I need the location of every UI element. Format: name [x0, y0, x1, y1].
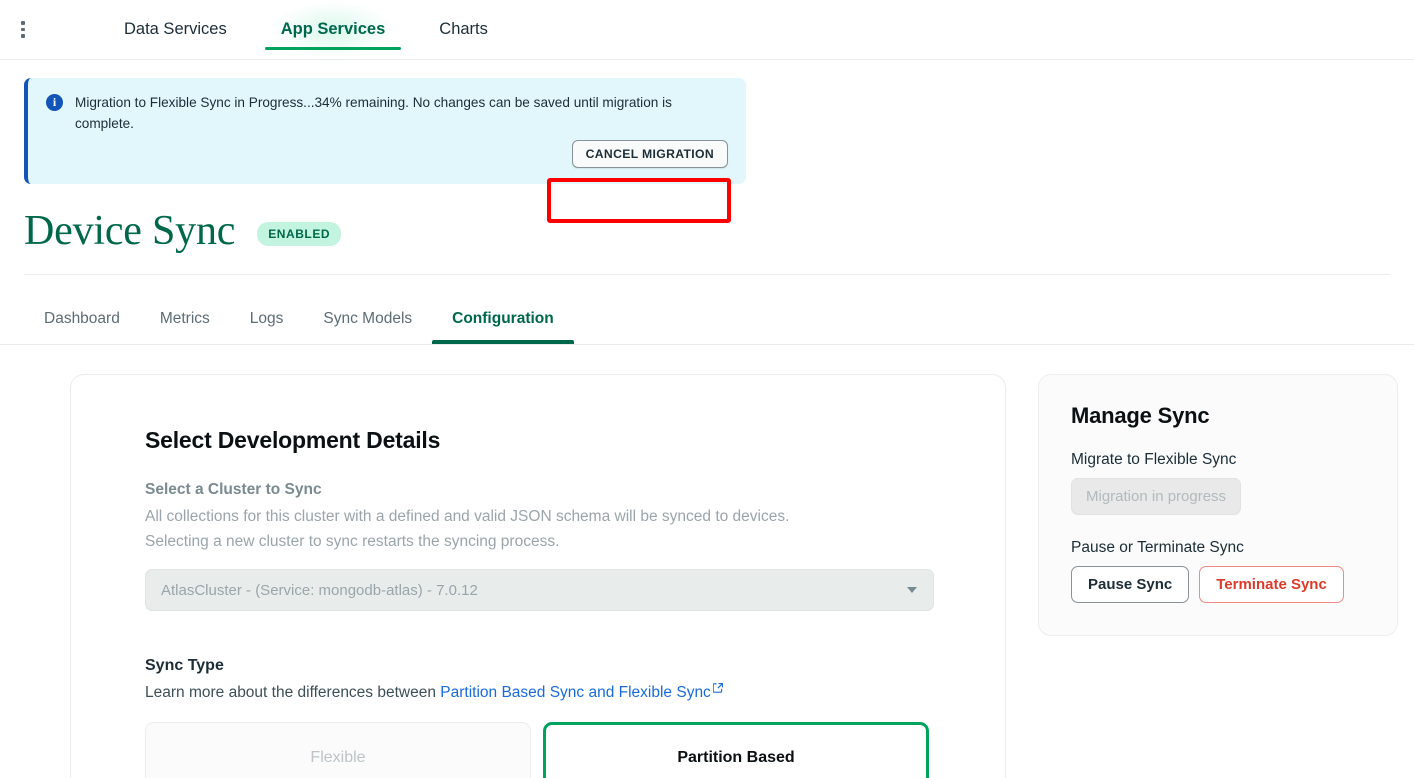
- pause-or-terminate-label: Pause or Terminate Sync: [1071, 539, 1367, 557]
- banner-message: Migration to Flexible Sync in Progress..…: [75, 92, 705, 134]
- status-badge: ENABLED: [257, 222, 341, 246]
- sync-type-label: Sync Type: [145, 657, 1005, 675]
- sub-tab-bar: Dashboard Metrics Logs Sync Models Confi…: [0, 289, 1414, 345]
- cluster-field-label: Select a Cluster to Sync: [145, 481, 1005, 499]
- cluster-select[interactable]: AtlasCluster - (Service: mongodb-atlas) …: [145, 569, 934, 611]
- sync-option-flexible[interactable]: Flexible: [145, 722, 531, 778]
- migration-banner: i Migration to Flexible Sync in Progress…: [24, 78, 746, 184]
- manage-sync-card: Manage Sync Migrate to Flexible Sync Mig…: [1038, 374, 1398, 636]
- external-link-icon: [713, 680, 723, 690]
- tab-label: Metrics: [160, 310, 210, 327]
- terminate-sync-button[interactable]: Terminate Sync: [1199, 566, 1344, 603]
- development-details-card: Select Development Details Select a Clus…: [70, 374, 1006, 778]
- topnav-item-label: Charts: [439, 20, 488, 39]
- manage-sync-title: Manage Sync: [1071, 403, 1367, 429]
- tab-logs[interactable]: Logs: [230, 310, 304, 344]
- tab-configuration[interactable]: Configuration: [432, 310, 574, 344]
- tab-dashboard[interactable]: Dashboard: [24, 310, 140, 344]
- migration-in-progress-button[interactable]: Migration in progress: [1071, 478, 1241, 515]
- tab-label: Logs: [250, 310, 284, 327]
- tab-sync-models[interactable]: Sync Models: [303, 310, 432, 344]
- sync-type-options: Flexible Partition Based: [145, 722, 1005, 778]
- title-divider: [24, 274, 1390, 275]
- topnav-item-data-services[interactable]: Data Services: [108, 0, 243, 60]
- cluster-field-description: All collections for this cluster with a …: [145, 504, 865, 554]
- page-header: Device Sync ENABLED: [0, 184, 1414, 254]
- banner-actions: CANCEL MIGRATION: [46, 140, 730, 168]
- manage-sync-buttons: Pause Sync Terminate Sync: [1071, 566, 1367, 603]
- sync-type-doc-link[interactable]: Partition Based Sync and Flexible Sync: [440, 684, 711, 701]
- cluster-select-value: AtlasCluster - (Service: mongodb-atlas) …: [161, 582, 478, 599]
- kebab-menu-icon[interactable]: [0, 0, 46, 60]
- top-navigation-bar: Data Services App Services Charts: [0, 0, 1414, 60]
- topnav-item-label: Data Services: [124, 20, 227, 39]
- sync-option-label: Flexible: [310, 749, 365, 767]
- pause-sync-button[interactable]: Pause Sync: [1071, 566, 1189, 603]
- cluster-desc-line-2: Selecting a new cluster to sync restarts…: [145, 529, 865, 554]
- topnav-item-charts[interactable]: Charts: [423, 0, 504, 60]
- top-navigation-items: Data Services App Services Charts: [46, 0, 526, 60]
- tab-label: Sync Models: [323, 310, 412, 327]
- topnav-item-label: App Services: [281, 20, 386, 39]
- kebab-dot: [21, 21, 25, 25]
- banner-container: i Migration to Flexible Sync in Progress…: [0, 60, 1414, 184]
- section-title: Select Development Details: [145, 427, 1005, 454]
- cluster-desc-line-1: All collections for this cluster with a …: [145, 504, 865, 529]
- kebab-dot: [21, 34, 25, 38]
- migrate-to-flexible-sync-label: Migrate to Flexible Sync: [1071, 451, 1367, 469]
- tab-metrics[interactable]: Metrics: [140, 310, 230, 344]
- topnav-item-app-services[interactable]: App Services: [265, 0, 402, 60]
- info-icon: i: [46, 94, 63, 111]
- page-body: Select Development Details Select a Clus…: [0, 345, 1414, 778]
- sync-type-description: Learn more about the differences between…: [145, 680, 1005, 702]
- tab-label: Dashboard: [44, 310, 120, 327]
- cancel-migration-button[interactable]: CANCEL MIGRATION: [572, 140, 728, 168]
- sync-type-desc-prefix: Learn more about the differences between: [145, 684, 440, 701]
- chevron-down-icon: [907, 587, 917, 593]
- sync-option-label: Partition Based: [677, 749, 794, 767]
- kebab-dot: [21, 28, 25, 32]
- tab-label: Configuration: [452, 310, 554, 327]
- page-title: Device Sync: [24, 208, 235, 254]
- sync-option-partition-based[interactable]: Partition Based: [543, 722, 929, 778]
